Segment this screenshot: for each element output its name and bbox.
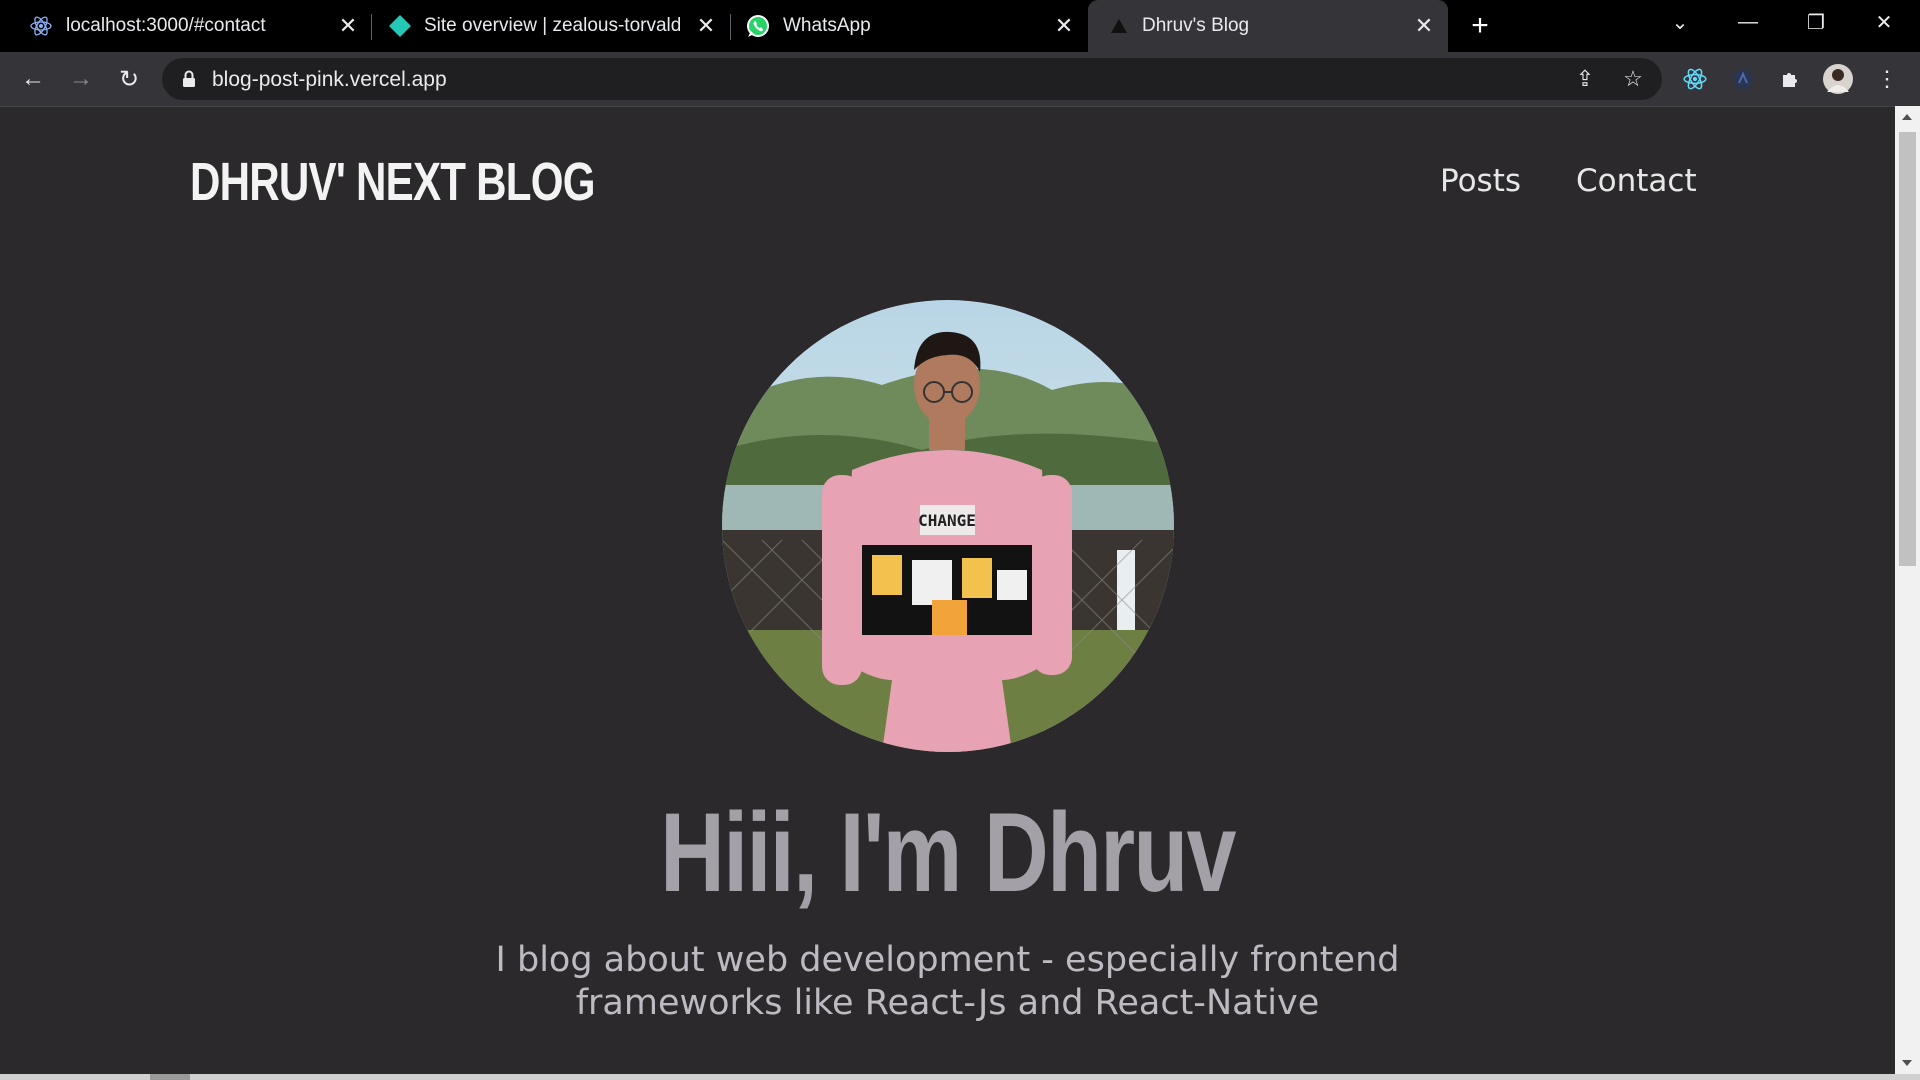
- tab-title: WhatsApp: [783, 15, 871, 36]
- extensions-puzzle-icon[interactable]: [1776, 64, 1806, 94]
- scrollbar-thumb[interactable]: [1899, 132, 1916, 566]
- reload-icon[interactable]: ↻: [110, 60, 148, 98]
- web-page: DHRUV' NEXT BLOG Posts Contact CHANGE Hi…: [0, 106, 1895, 1074]
- url-text: blog-post-pink.vercel.app: [212, 68, 447, 91]
- tab-whatsapp[interactable]: WhatsApp ✕: [731, 0, 1087, 52]
- back-arrow-icon[interactable]: ←: [14, 60, 52, 98]
- nav-posts-link[interactable]: Posts: [1440, 163, 1521, 199]
- tab-search-chevron-icon[interactable]: ⌄: [1650, 0, 1710, 44]
- react-icon: [28, 13, 54, 39]
- profile-photo: CHANGE: [722, 300, 1174, 752]
- extension-icon[interactable]: [1728, 64, 1758, 94]
- whatsapp-icon: [745, 13, 771, 39]
- vertical-scrollbar[interactable]: [1895, 106, 1920, 1074]
- horizontal-scrollbar-thumb[interactable]: [150, 1074, 190, 1080]
- close-icon[interactable]: ✕: [693, 13, 719, 39]
- close-icon[interactable]: ✕: [1411, 13, 1437, 39]
- close-icon[interactable]: ✕: [1051, 13, 1077, 39]
- close-icon[interactable]: ✕: [335, 13, 361, 39]
- tab-blog-active[interactable]: Dhruv's Blog ✕: [1088, 0, 1448, 52]
- forward-arrow-icon[interactable]: →: [62, 60, 100, 98]
- tab-title: Site overview | zealous-torvalds-: [424, 15, 680, 36]
- react-devtools-icon[interactable]: [1680, 64, 1710, 94]
- tab-title: localhost:3000/#contact: [66, 15, 266, 36]
- share-icon[interactable]: ⇪: [1572, 66, 1598, 92]
- scroll-up-arrow-icon[interactable]: [1902, 114, 1912, 120]
- scroll-down-arrow-icon[interactable]: [1902, 1060, 1912, 1066]
- tab-netlify[interactable]: Site overview | zealous-torvalds- ✕: [372, 0, 730, 52]
- tab-title: Dhruv's Blog: [1142, 15, 1250, 36]
- tab-strip: localhost:3000/#contact ✕ Site overview …: [0, 0, 1920, 52]
- profile-avatar[interactable]: [1823, 64, 1853, 94]
- browser-toolbar: ← → ↻ blog-post-pink.vercel.app ⇪ ☆ ⋮: [0, 52, 1920, 106]
- bookmark-star-icon[interactable]: ☆: [1620, 66, 1646, 92]
- hero-subtitle-line: frameworks like React-Js and React-Nativ…: [575, 983, 1320, 1023]
- vercel-icon: [1106, 13, 1132, 39]
- nav-contact-link[interactable]: Contact: [1576, 163, 1697, 199]
- hero-subtitle-line: I blog about web development - especiall…: [495, 940, 1400, 980]
- svg-text:CHANGE: CHANGE: [918, 511, 976, 530]
- new-tab-button[interactable]: +: [1462, 9, 1498, 42]
- more-menu-icon[interactable]: ⋮: [1872, 64, 1902, 94]
- hero-subtitle: I blog about web development - especiall…: [0, 939, 1895, 1025]
- horizontal-scrollbar[interactable]: [0, 1074, 1920, 1080]
- lock-icon: [182, 70, 196, 88]
- close-window-icon[interactable]: ✕: [1854, 0, 1914, 44]
- site-logo[interactable]: DHRUV' NEXT BLOG: [190, 151, 595, 213]
- restore-icon[interactable]: ❐: [1786, 0, 1846, 44]
- minimize-icon[interactable]: —: [1718, 0, 1778, 44]
- address-bar[interactable]: blog-post-pink.vercel.app ⇪ ☆: [162, 58, 1662, 100]
- tab-localhost[interactable]: localhost:3000/#contact ✕: [0, 0, 368, 52]
- netlify-icon: [387, 13, 413, 39]
- hero-title: Hiii, I'm Dhruv: [660, 790, 1236, 915]
